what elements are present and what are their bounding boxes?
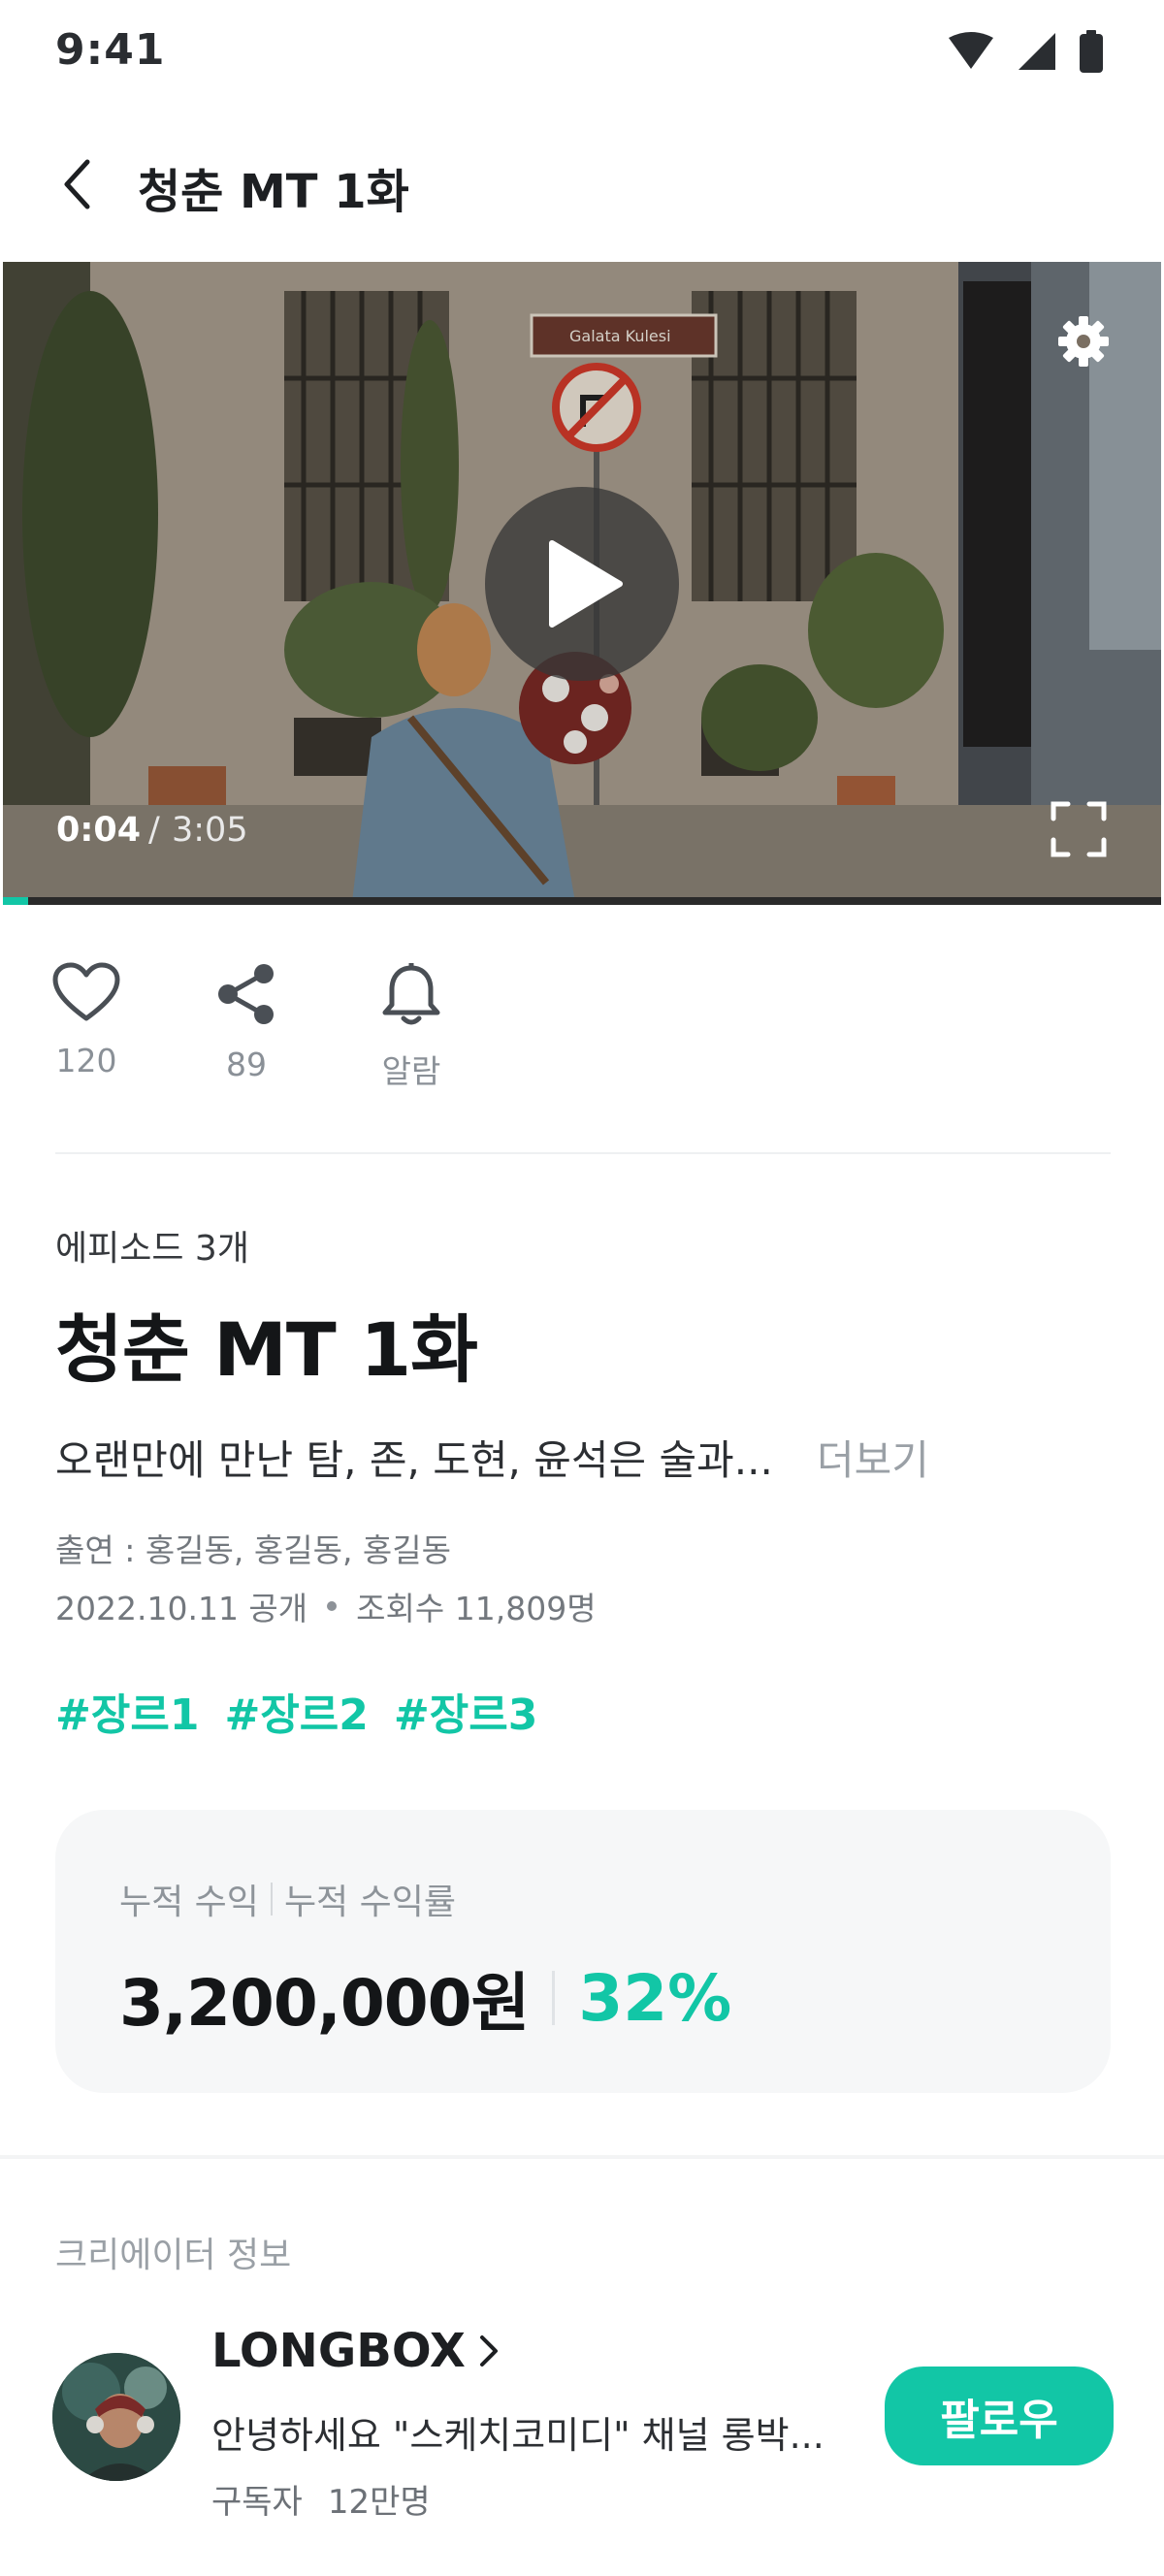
status-time: 9:41 xyxy=(55,25,166,75)
creator-name-link[interactable]: LONGBOX xyxy=(211,2324,499,2378)
subscribers-value: 12만명 xyxy=(327,2483,431,2522)
divider xyxy=(55,1152,1111,1154)
rate-label: 누적 수익률 xyxy=(283,1883,456,1922)
wifi-icon xyxy=(949,32,993,69)
play-icon xyxy=(549,540,623,628)
subscriber-info: 구독자 12만명 xyxy=(211,2475,431,2523)
episode-title: 청춘 MT 1화 xyxy=(55,1306,478,1393)
episode-meta: 2022.10.11 공개 조회수 11,809명 xyxy=(55,1583,597,1629)
video-progress-bar[interactable] xyxy=(3,897,1161,905)
alarm-label: 알람 xyxy=(381,1052,441,1090)
revenue-amount: 3,200,000원 xyxy=(119,1966,530,2041)
genre-tags: #장르1 #장르2 #장르3 xyxy=(55,1680,537,1742)
revenue-label: 누적 수익 xyxy=(119,1883,259,1922)
cellular-signal-icon xyxy=(1018,33,1055,70)
current-time: 0:04 xyxy=(56,811,142,850)
cast-info: 출연 : 홍길동, 홍길동, 홍길동 xyxy=(55,1531,452,1569)
video-duration: 3:05 xyxy=(172,811,248,850)
view-count: 조회수 11,809명 xyxy=(356,1590,597,1627)
creator-section-title: 크리에이터 정보 xyxy=(55,2236,292,2275)
video-progress-fill xyxy=(3,897,29,905)
share-icon xyxy=(218,964,274,1024)
header-title: 청춘 MT 1화 xyxy=(138,165,409,219)
value-divider xyxy=(552,1971,556,2025)
earnings-card: 누적 수익 누적 수익률 3,200,000원 32% xyxy=(55,1810,1111,2093)
earnings-labels: 누적 수익 누적 수익률 xyxy=(119,1874,456,1924)
episode-count: 에피소드 3개 xyxy=(55,1229,249,1269)
subscribers-label: 구독자 xyxy=(211,2483,303,2522)
back-button[interactable] xyxy=(50,155,103,213)
creator-name: LONGBOX xyxy=(211,2324,466,2378)
follow-button[interactable]: 팔로우 xyxy=(885,2367,1114,2465)
label-divider xyxy=(270,1883,273,1916)
share-button[interactable]: 89 xyxy=(188,962,305,1083)
like-count: 120 xyxy=(55,1042,117,1079)
heart-icon xyxy=(52,962,120,1021)
video-player[interactable]: Galata Kulesi xyxy=(3,262,1161,902)
earnings-values: 3,200,000원 32% xyxy=(119,1951,731,2045)
status-icons xyxy=(947,27,1104,76)
play-button[interactable] xyxy=(485,487,679,681)
dot-separator xyxy=(327,1601,338,1611)
like-button[interactable]: 120 xyxy=(28,962,145,1079)
avatar-image xyxy=(52,2353,180,2481)
more-button[interactable]: 더보기 xyxy=(817,1428,929,1487)
genre-tag[interactable]: #장르1 xyxy=(55,1680,199,1742)
time-separator: / xyxy=(148,811,160,850)
revenue-rate: 32% xyxy=(578,1960,732,2036)
gear-icon xyxy=(1058,316,1109,367)
battery-icon xyxy=(1080,30,1103,73)
creator-intro: 안녕하세요 "스케치코미디" 채널 롱박... xyxy=(211,2414,824,2457)
creator-avatar[interactable] xyxy=(52,2353,180,2481)
genre-tag[interactable]: #장르3 xyxy=(394,1680,537,1742)
genre-tag[interactable]: #장르2 xyxy=(224,1680,368,1742)
section-divider xyxy=(0,2155,1164,2159)
release-date: 2022.10.11 공개 xyxy=(55,1590,308,1627)
bell-icon xyxy=(382,963,440,1025)
episode-description: 오랜만에 만난 탐, 존, 도현, 윤석은 술과... xyxy=(55,1436,773,1484)
chevron-right-icon xyxy=(479,2335,498,2367)
share-count: 89 xyxy=(226,1046,267,1083)
settings-button[interactable] xyxy=(1052,310,1115,372)
chevron-left-icon xyxy=(64,159,90,209)
alarm-button[interactable]: 알람 xyxy=(353,962,469,1092)
fullscreen-button[interactable] xyxy=(1047,797,1111,861)
fullscreen-icon xyxy=(1051,801,1107,857)
